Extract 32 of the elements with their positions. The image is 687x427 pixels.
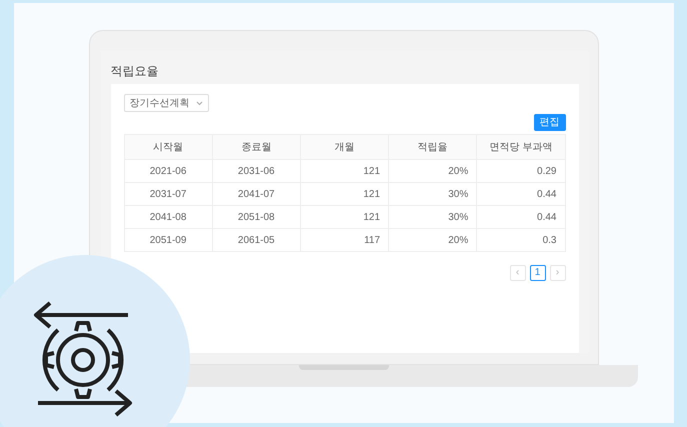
filter-dropdown[interactable]: 장기수선계획 <box>124 94 208 112</box>
table-cell: 0.29 <box>476 160 565 182</box>
chevron-down-icon <box>196 100 202 106</box>
column-header: 시작월 <box>124 134 212 160</box>
table-cell: 2041-07 <box>212 182 300 206</box>
table-cell: 0.44 <box>476 182 565 206</box>
table-cell: 117 <box>300 228 389 252</box>
table-cell: 2041-08 <box>124 206 212 228</box>
table-cell: 2031-07 <box>124 182 212 206</box>
table-cell: 121 <box>300 160 389 182</box>
table-cell: 2021-06 <box>124 160 212 182</box>
edit-button[interactable]: 편집 <box>534 114 566 131</box>
table-cell: 2051-09 <box>124 228 212 252</box>
column-header: 적립율 <box>388 134 477 160</box>
page-title: 적립요율 <box>110 63 160 79</box>
table-cell: 0.44 <box>476 206 565 228</box>
table-cell: 30% <box>388 182 477 206</box>
table-cell: 2051-08 <box>212 206 300 228</box>
previous-page-button[interactable]: ‹ <box>510 265 526 281</box>
column-header: 면적당 부과액 <box>476 134 565 160</box>
page-button[interactable]: 1 <box>530 265 546 281</box>
next-page-button[interactable]: › <box>550 265 566 281</box>
table-cell: 2061-05 <box>212 228 300 252</box>
table-cell: 2031-06 <box>212 160 300 182</box>
table-cell: 20% <box>388 228 477 252</box>
table-cell: 121 <box>300 182 389 206</box>
table-cell: 121 <box>300 206 389 228</box>
table-cell: 30% <box>388 206 477 228</box>
table-cell: 0.3 <box>476 228 565 252</box>
column-header: 종료월 <box>212 134 300 160</box>
column-header: 개월 <box>300 134 389 160</box>
table-cell: 20% <box>388 160 477 182</box>
